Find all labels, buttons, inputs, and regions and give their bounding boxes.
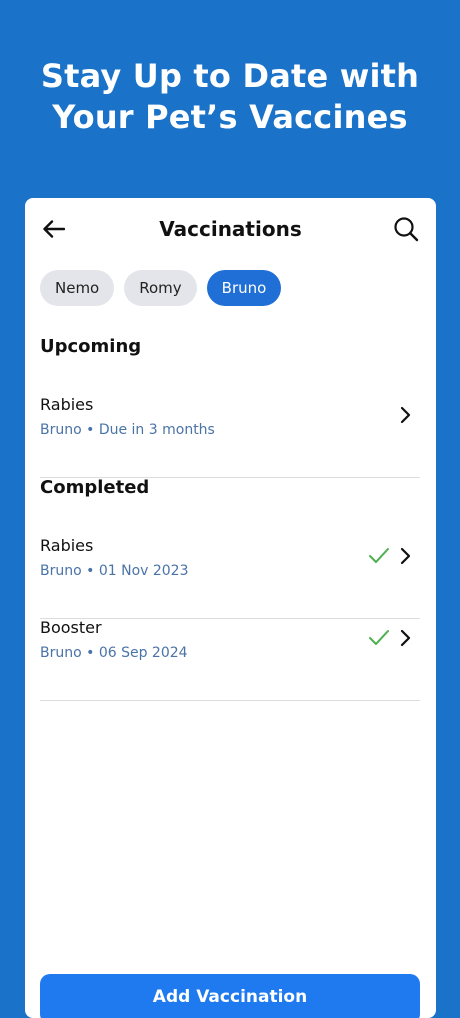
vaccination-name: Rabies xyxy=(40,395,94,414)
promo-headline-line2: Your Pet’s Vaccines xyxy=(52,98,408,136)
vaccination-row-upcoming-rabies[interactable]: Rabies Bruno • Due in 3 months xyxy=(40,395,420,478)
add-vaccination-button[interactable]: Add Vaccination xyxy=(40,974,420,1018)
upcoming-section-title: Upcoming xyxy=(40,336,142,357)
vaccination-name: Booster xyxy=(40,618,102,637)
pet-chip-bruno[interactable]: Bruno xyxy=(206,270,282,306)
search-icon xyxy=(394,217,419,242)
vaccination-row-completed-booster[interactable]: Booster Bruno • 06 Sep 2024 xyxy=(40,618,420,701)
app-screen: Vaccinations Nemo Romy Bruno Upcoming Ra… xyxy=(25,198,436,1018)
app-bar: Vaccinations xyxy=(25,212,436,246)
vaccination-detail: Bruno • 06 Sep 2024 xyxy=(40,645,188,661)
completed-section-title: Completed xyxy=(40,477,150,498)
check-icon xyxy=(369,548,389,563)
vaccination-detail: Bruno • 01 Nov 2023 xyxy=(40,563,189,579)
chevron-right-icon xyxy=(400,629,411,647)
vaccination-row-completed-rabies[interactable]: Rabies Bruno • 01 Nov 2023 xyxy=(40,536,420,619)
pet-selector: Nemo Romy Bruno xyxy=(40,270,282,306)
pet-chip-nemo[interactable]: Nemo xyxy=(40,270,115,306)
check-icon xyxy=(369,630,389,645)
chevron-right-icon xyxy=(400,547,411,565)
vaccination-name: Rabies xyxy=(40,536,94,555)
pet-chip-romy[interactable]: Romy xyxy=(124,270,197,306)
promo-headline: Stay Up to Date with Your Pet’s Vaccines xyxy=(0,56,460,138)
chevron-right-icon xyxy=(400,406,411,424)
vaccination-detail: Bruno • Due in 3 months xyxy=(40,422,215,438)
page-title: Vaccinations xyxy=(159,217,302,241)
search-button[interactable] xyxy=(392,215,420,243)
promo-headline-line1: Stay Up to Date with xyxy=(40,57,420,95)
